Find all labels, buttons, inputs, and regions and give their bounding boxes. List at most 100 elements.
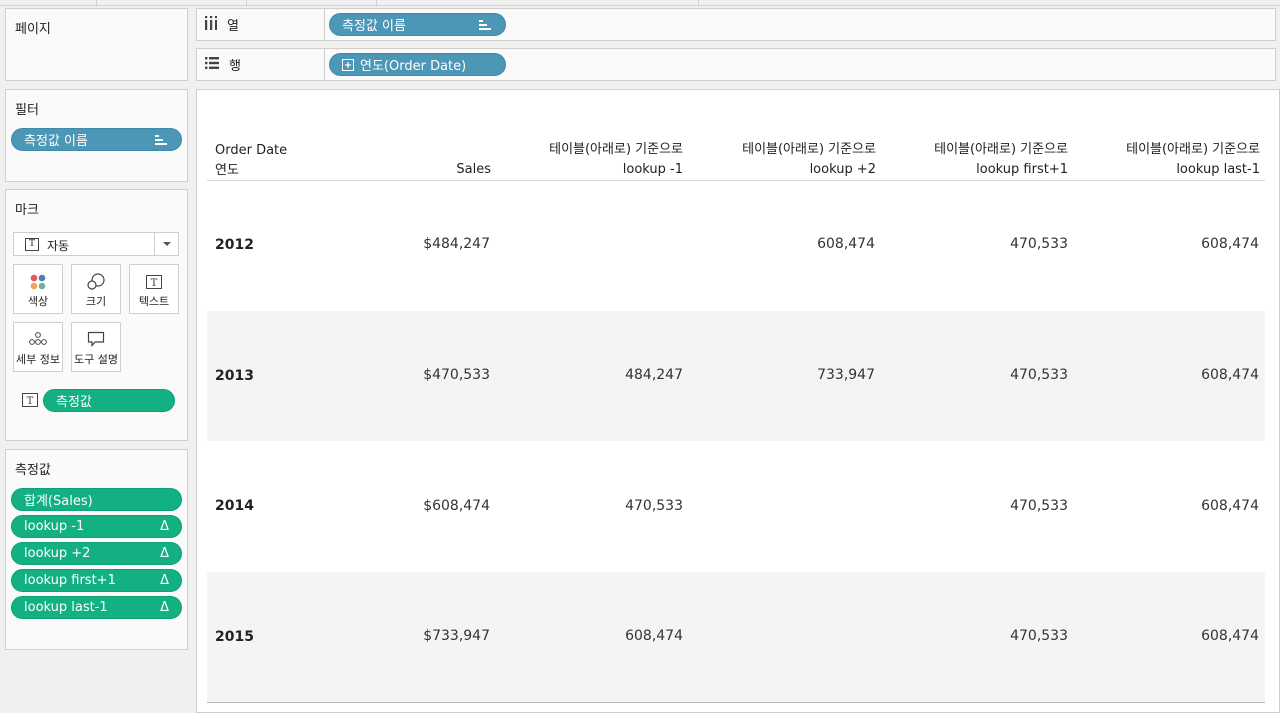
row-year-label: 2012 [215, 237, 254, 253]
mark-detail-label: 세부 정보 [16, 353, 60, 366]
column-header-lookup-last-minus-1: 테이블(아래로) 기준으로 lookup last-1 [1126, 142, 1260, 177]
columns-shelf-label: 열 [197, 9, 325, 40]
marks-card: 마크 T 자동 색상 크기 T 텍스트 세부 정보 도구 설명 T 측정값 [5, 189, 188, 441]
table-cell: 470,533 [1010, 236, 1068, 252]
pages-card[interactable]: 페이지 [5, 8, 188, 81]
table-cell: 608,474 [1201, 498, 1259, 514]
table-cell: 608,474 [817, 236, 875, 252]
column-header-lookup-first-plus-1: 테이블(아래로) 기준으로 lookup first+1 [934, 142, 1068, 177]
text-pill-label: 측정값 [56, 395, 92, 410]
strip-divider [698, 0, 699, 6]
columns-pill-measure-names[interactable]: 측정값 이름 [329, 13, 506, 36]
measure-pill-label: lookup first+1 [24, 573, 116, 588]
delta-icon: Δ [160, 546, 169, 561]
expand-plus-icon[interactable] [342, 58, 354, 71]
row-header-field: Order Date [215, 143, 288, 158]
mark-size-button[interactable]: 크기 [71, 264, 121, 314]
mark-text-button[interactable]: T 텍스트 [129, 264, 179, 314]
size-circles-icon [86, 273, 106, 295]
mark-size-label: 크기 [85, 295, 107, 308]
table-cell: 608,474 [1201, 236, 1259, 252]
header-divider [207, 180, 1265, 181]
tooltip-icon [87, 331, 105, 351]
measure-pill-sales[interactable]: 합계(Sales) [11, 488, 182, 511]
row-header-level: 연도 [215, 163, 239, 178]
svg-text:T: T [151, 278, 158, 289]
mark-text-label: 텍스트 [138, 295, 170, 308]
delta-icon: Δ [160, 519, 169, 534]
rows-pill-order-date-year[interactable]: 연도(Order Date) [329, 53, 506, 76]
measure-pill-label: 합계(Sales) [24, 494, 93, 509]
mark-color-label: 색상 [27, 295, 49, 308]
mark-type-value: 자동 [47, 239, 70, 253]
text-mark-icon: T [146, 275, 162, 293]
filter-pill-label: 측정값 이름 [24, 134, 88, 149]
table-bottom-border [207, 702, 1265, 703]
rows-pill-label: 연도(Order Date) [360, 59, 467, 74]
rows-label-text: 행 [229, 59, 241, 74]
measure-values-card: 측정값 합계(Sales) lookup -1 Δ lookup +2 Δ lo… [5, 449, 188, 650]
rows-shelf-label: 행 [197, 49, 325, 80]
table-cell: $484,247 [423, 236, 490, 252]
filter-pill-measure-names[interactable]: 측정값 이름 [11, 128, 182, 151]
table-cell: 608,474 [1201, 367, 1259, 383]
columns-shelf[interactable]: 열 측정값 이름 [196, 8, 1276, 41]
row-year-label: 2014 [215, 498, 254, 514]
color-dots-icon [29, 273, 47, 295]
mark-type-select[interactable]: T 자동 [13, 232, 179, 256]
strip-divider [96, 0, 97, 6]
row-year-label: 2013 [215, 368, 254, 384]
measure-pill-label: lookup last-1 [24, 600, 108, 615]
sort-descending-icon [479, 20, 491, 30]
table-cell: 733,947 [817, 367, 875, 383]
column-header-sales: Sales [456, 162, 491, 177]
svg-text:T: T [27, 396, 34, 407]
table-cell: 470,533 [1010, 628, 1068, 644]
column-header-lookup-plus-2: 테이블(아래로) 기준으로 lookup +2 [742, 142, 876, 177]
table-cell: 470,533 [1010, 498, 1068, 514]
columns-icon [205, 15, 217, 34]
mark-detail-button[interactable]: 세부 정보 [13, 322, 63, 372]
column-header-lookup-minus-1: 테이블(아래로) 기준으로 lookup -1 [549, 142, 683, 177]
delta-icon: Δ [160, 573, 169, 588]
table-cell: 608,474 [625, 628, 683, 644]
measure-values-title: 측정값 [15, 463, 51, 478]
text-mark-icon: T [25, 238, 39, 251]
columns-label-text: 열 [227, 19, 239, 34]
table-cell: 484,247 [625, 367, 683, 383]
measure-pill-lookup-last-minus-1[interactable]: lookup last-1 Δ [11, 596, 182, 619]
sort-descending-icon [155, 135, 167, 145]
table-cell: $733,947 [423, 628, 490, 644]
measure-pill-lookup-plus-2[interactable]: lookup +2 Δ [11, 542, 182, 565]
row-header: Order Date 연도 [215, 141, 287, 181]
strip-divider [376, 0, 377, 6]
mark-color-button[interactable]: 색상 [13, 264, 63, 314]
rows-icon [205, 56, 219, 73]
table-cell: 470,533 [1010, 367, 1068, 383]
text-pill-measure-values[interactable]: 측정값 [43, 389, 175, 412]
rows-shelf[interactable]: 행 연도(Order Date) [196, 48, 1276, 81]
dropdown-caret-icon[interactable] [154, 233, 178, 255]
measure-pill-lookup-minus-1[interactable]: lookup -1 Δ [11, 515, 182, 538]
table-cell: $608,474 [423, 498, 490, 514]
mark-tooltip-label: 도구 설명 [74, 353, 118, 366]
measure-pill-lookup-first-plus-1[interactable]: lookup first+1 Δ [11, 569, 182, 592]
measure-pill-label: lookup +2 [24, 546, 91, 561]
text-mark-icon: T [22, 393, 38, 411]
columns-pill-label: 측정값 이름 [342, 19, 406, 34]
table-cell: 608,474 [1201, 628, 1259, 644]
measure-pill-label: lookup -1 [24, 519, 85, 534]
filters-card[interactable]: 필터 측정값 이름 [5, 89, 188, 182]
row-year-label: 2015 [215, 629, 254, 645]
strip-divider [246, 0, 247, 6]
table-cell: $470,533 [423, 367, 490, 383]
marks-title: 마크 [15, 203, 39, 218]
delta-icon: Δ [160, 600, 169, 615]
mark-tooltip-button[interactable]: 도구 설명 [71, 322, 121, 372]
crosstab-view[interactable]: Order Date 연도 Sales 테이블(아래로) 기준으로 lookup… [196, 89, 1280, 713]
table-cell: 470,533 [625, 498, 683, 514]
detail-dots-icon [28, 331, 48, 351]
top-strip [0, 0, 1280, 6]
filters-title: 필터 [15, 103, 39, 118]
pages-title: 페이지 [15, 22, 51, 37]
